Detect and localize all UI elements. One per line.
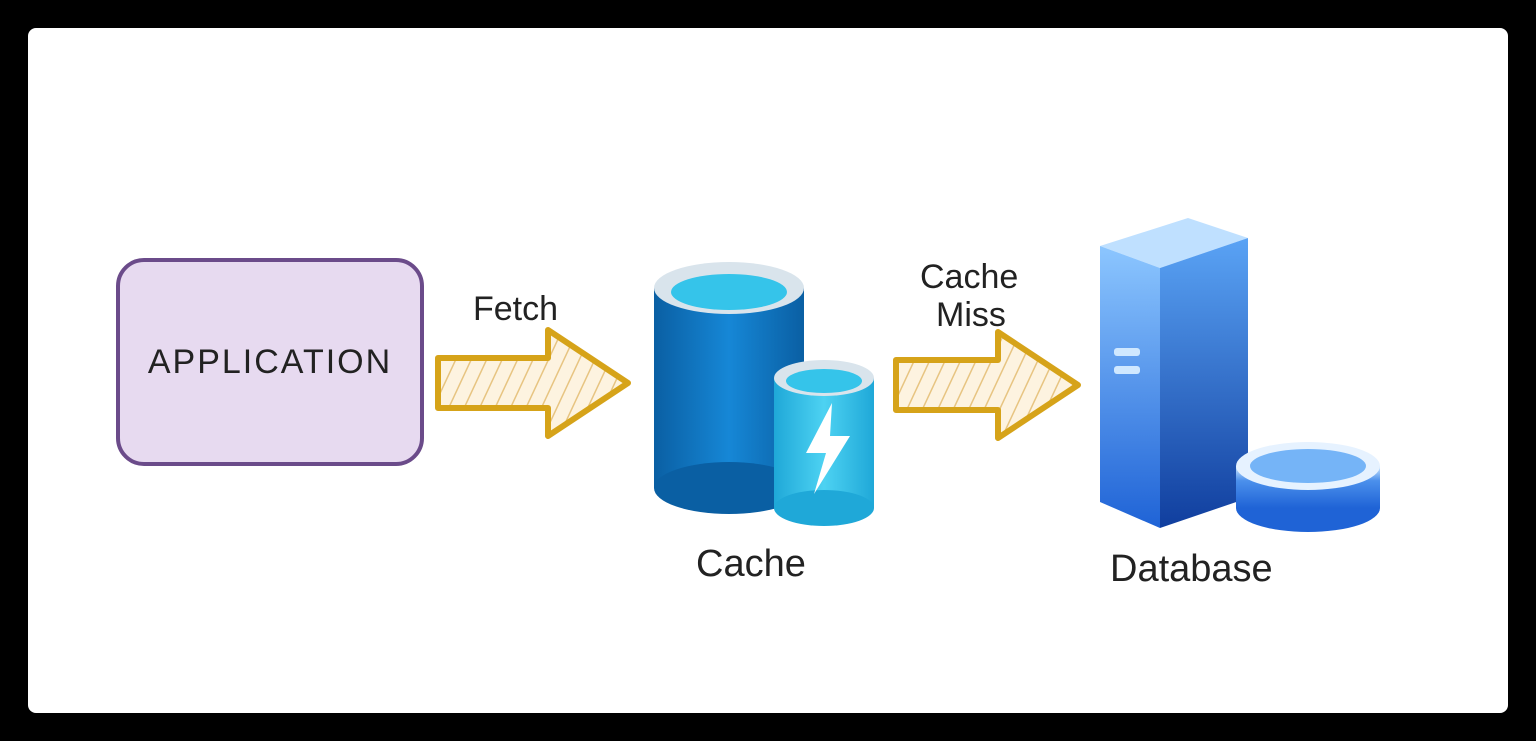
edge-cache-miss-label-1: Cache: [920, 258, 1018, 297]
arrow-icon: [428, 318, 638, 448]
edge-fetch: [428, 318, 638, 453]
cache-icon: [634, 238, 884, 528]
edge-cache-miss-label-2: Miss: [936, 296, 1006, 335]
node-cache: [634, 238, 884, 528]
arrow-icon: [886, 320, 1086, 450]
node-cache-label: Cache: [696, 543, 806, 586]
edge-cache-miss: [886, 320, 1086, 455]
diagram-canvas: APPLICATION Fetch: [28, 28, 1508, 713]
node-database-label: Database: [1110, 548, 1273, 591]
node-database: [1070, 198, 1390, 538]
node-application: APPLICATION: [116, 258, 424, 466]
database-icon: [1070, 198, 1390, 538]
edge-fetch-label: Fetch: [473, 290, 558, 329]
node-application-label: APPLICATION: [148, 343, 392, 382]
